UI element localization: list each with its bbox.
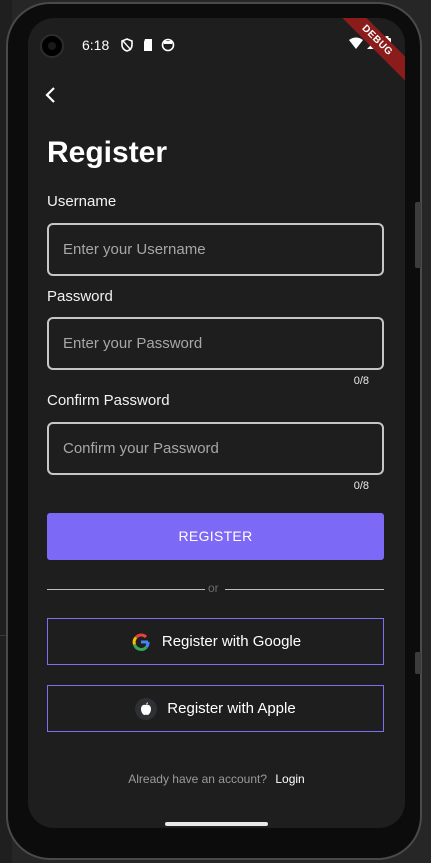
apple-register-label: Register with Apple <box>167 700 296 717</box>
password-input[interactable]: Enter your Password <box>47 317 384 370</box>
confirm-password-counter: 0/8 <box>353 480 369 492</box>
register-button[interactable]: REGISTER <box>47 513 384 560</box>
vpn-key-icon <box>121 38 133 52</box>
footer: Already have an account? Login <box>28 772 405 786</box>
camera-cutout <box>40 34 64 58</box>
back-arrow-icon[interactable] <box>40 84 62 106</box>
face-icon <box>161 38 175 52</box>
confirm-password-label: Confirm Password <box>47 392 170 409</box>
home-indicator[interactable] <box>165 822 268 826</box>
password-label: Password <box>47 288 113 305</box>
status-time: 6:18 <box>82 37 110 53</box>
google-icon <box>132 633 150 651</box>
wifi-icon <box>349 37 363 49</box>
page-title: Register <box>47 136 168 169</box>
volume-button <box>415 202 421 268</box>
divider-right <box>225 589 384 590</box>
login-link[interactable]: Login <box>275 772 304 786</box>
confirm-password-input[interactable]: Confirm your Password <box>47 422 384 475</box>
power-button <box>415 652 421 674</box>
apple-register-button[interactable]: Register with Apple <box>47 685 384 732</box>
username-input[interactable]: Enter your Username <box>47 223 384 276</box>
divider-text: or <box>208 581 219 595</box>
google-register-label: Register with Google <box>161 633 302 650</box>
apple-icon <box>135 697 158 720</box>
username-label: Username <box>47 193 117 210</box>
account-question: Already have an account? <box>128 772 268 786</box>
password-counter: 0/8 <box>353 375 369 387</box>
divider-left <box>47 589 205 590</box>
status-bar: 6:18 DEBUG <box>28 18 405 82</box>
google-register-button[interactable]: Register with Google <box>47 618 384 665</box>
app-screen: 6:18 DEBUG Register Username Enter your … <box>28 18 405 828</box>
sd-card-icon <box>144 39 152 51</box>
